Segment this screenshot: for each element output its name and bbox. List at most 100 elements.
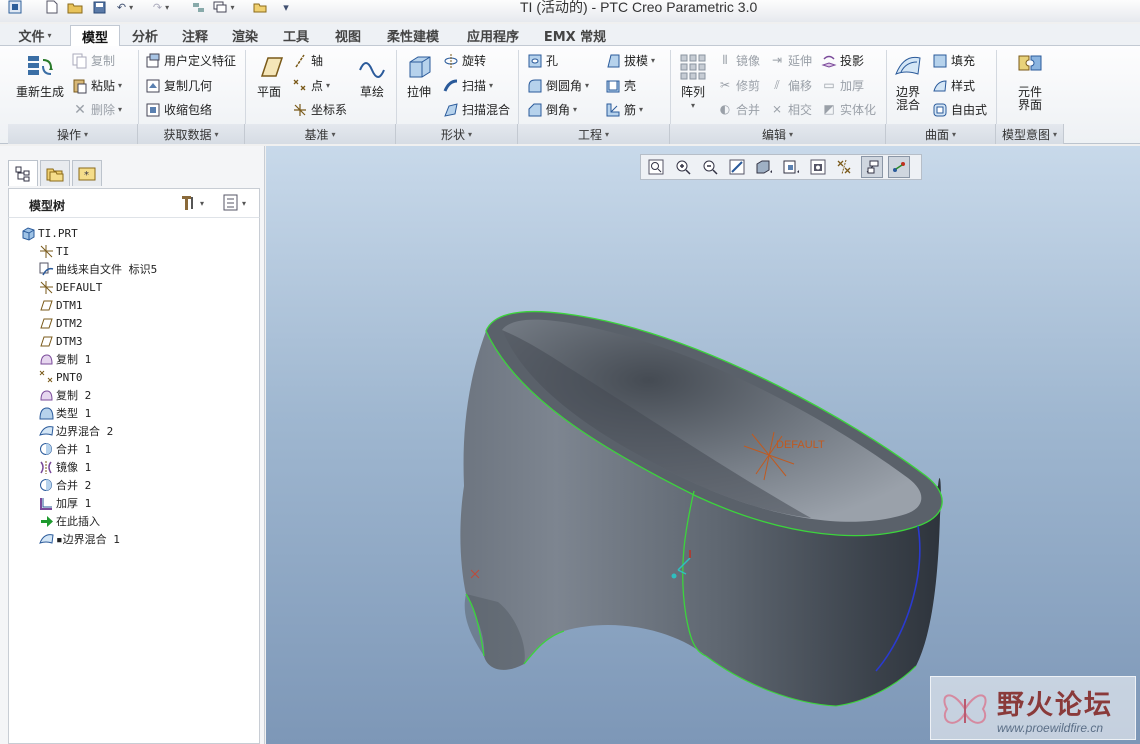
tab-model[interactable]: 模型 xyxy=(70,25,120,47)
component-interface-button[interactable]: 元件 界面 xyxy=(1008,52,1052,112)
regenerate-button[interactable]: 重新生成 xyxy=(12,52,68,99)
tree-node-boundary-blend-2[interactable]: 边界混合 2 xyxy=(39,422,113,440)
swept-blend-button[interactable]: 扫描混合 xyxy=(443,101,510,118)
udf-button[interactable]: 用户定义特征 xyxy=(145,52,236,69)
title-bar: ↶ ▾ ↷ ▾ ▾ ▾ TI (活动的) - PTC Creo Parametric… xyxy=(0,0,1140,22)
group-engineering[interactable]: 工程 ▾ xyxy=(518,124,670,144)
revolve-button[interactable]: 旋转 xyxy=(443,52,486,69)
paste-button[interactable]: 粘贴 ▾ xyxy=(72,77,122,94)
copy-surface-icon xyxy=(40,353,53,364)
tree-node-boundary-blend-1[interactable]: ▪边界混合 1 xyxy=(39,530,120,548)
mirror-button[interactable]: ⫴ 镜像 xyxy=(717,52,760,69)
tree-settings-button[interactable]: ▾ xyxy=(179,194,204,212)
model-tree-tab[interactable] xyxy=(8,160,38,186)
curve-icon xyxy=(39,262,54,275)
plane-button[interactable]: 平面 xyxy=(250,52,288,99)
tree-node-dtm3[interactable]: DTM3 xyxy=(39,332,83,350)
sweep-button[interactable]: 扫描 ▾ xyxy=(443,77,493,94)
separator xyxy=(996,50,997,124)
project-button[interactable]: 投影 xyxy=(821,52,864,69)
group-datum[interactable]: 基准 ▾ xyxy=(245,124,396,144)
tree-node-thicken-1[interactable]: 加厚 1 xyxy=(39,494,91,512)
pattern-button[interactable]: 阵列 ▾ xyxy=(674,52,712,112)
copy-icon xyxy=(72,53,87,68)
thicken-button[interactable]: ▭ 加厚 xyxy=(821,77,864,94)
tree-node-dtm1[interactable]: DTM1 xyxy=(39,296,83,314)
shell-button[interactable]: 壳 xyxy=(605,77,636,94)
tree-node-copy-2[interactable]: 复制 2 xyxy=(39,386,91,404)
rib-button[interactable]: 筋 ▾ xyxy=(605,101,643,118)
copy-button[interactable]: 复制 xyxy=(72,52,115,69)
tab-flexible-modeling[interactable]: 柔性建模 xyxy=(376,25,450,46)
tree-node-curve-from-file[interactable]: 曲线来自文件 标识5 xyxy=(39,260,157,278)
tree-node-style-1[interactable]: 类型 1 xyxy=(39,404,91,422)
freestyle-button[interactable]: 自由式 xyxy=(932,101,987,118)
boundary-blend-icon xyxy=(39,425,54,436)
tab-analysis[interactable]: 分析 xyxy=(122,25,168,46)
part-icon xyxy=(22,226,35,241)
copy-surface-icon xyxy=(40,389,53,400)
tree-node-merge-2[interactable]: 合并 2 xyxy=(39,476,91,494)
tab-tools[interactable]: 工具 xyxy=(273,25,319,46)
tree-node-mirror-1[interactable]: 镜像 1 xyxy=(39,458,91,476)
tree-node-csys-default[interactable]: DEFAULT xyxy=(39,278,102,296)
offset-button[interactable]: ⫽ 偏移 xyxy=(769,77,812,94)
group-get-data[interactable]: 获取数据 ▾ xyxy=(138,124,245,144)
point-button[interactable]: 点 ▾ xyxy=(292,77,330,94)
tree-node-dtm2[interactable]: DTM2 xyxy=(39,314,83,332)
tree-node-insert-here[interactable]: 在此插入 xyxy=(39,512,100,530)
axis-button[interactable]: 轴 xyxy=(292,52,323,69)
new-file-icon[interactable] xyxy=(44,0,60,14)
undo-icon[interactable]: ↶ ▾ xyxy=(114,0,136,14)
delete-button[interactable]: ✕ 删除 ▾ xyxy=(72,101,122,118)
intersect-button[interactable]: ⨯ 相交 xyxy=(769,101,812,118)
chamfer-button[interactable]: 倒角 ▾ xyxy=(527,101,577,118)
sketch-button[interactable]: 草绘 xyxy=(355,52,389,99)
hole-button[interactable]: 孔 xyxy=(527,52,558,69)
tab-render[interactable]: 渲染 xyxy=(222,25,268,46)
draft-button[interactable]: 拔模 ▾ xyxy=(605,52,655,69)
tree-node-copy-1[interactable]: 复制 1 xyxy=(39,350,91,368)
solidify-button[interactable]: ◩ 实体化 xyxy=(821,101,876,118)
group-editing[interactable]: 编辑 ▾ xyxy=(670,124,886,144)
tab-annotate[interactable]: 注释 xyxy=(172,25,218,46)
folder-browser-tab[interactable] xyxy=(40,160,70,186)
fill-button[interactable]: 填充 xyxy=(932,52,975,69)
tree-columns-button[interactable]: ▾ xyxy=(223,194,246,212)
trim-button[interactable]: ✂ 修剪 xyxy=(717,77,760,94)
extend-button[interactable]: ⇥ 延伸 xyxy=(769,52,812,69)
group-model-intent[interactable]: 模型意图 ▾ xyxy=(996,124,1064,144)
tree-node-pnt0[interactable]: PNT0 xyxy=(39,368,83,386)
model-tree-title: 模型树 xyxy=(29,199,66,213)
tree-node-csys-ti[interactable]: TI xyxy=(39,242,69,260)
group-shapes[interactable]: 形状 ▾ xyxy=(396,124,518,144)
app-icon[interactable] xyxy=(6,0,24,14)
round-button[interactable]: 倒圆角 ▾ xyxy=(527,77,589,94)
tree-node-part[interactable]: TI.PRT xyxy=(21,224,78,242)
copy-geometry-button[interactable]: 复制几何 xyxy=(145,77,212,94)
customize-qa-icon[interactable]: ▾ xyxy=(280,0,292,14)
graphics-viewport[interactable]: DEFAULT 野火论坛 www.proewildfire.cn xyxy=(266,146,1140,744)
tab-applications[interactable]: 应用程序 xyxy=(456,25,530,46)
group-operations[interactable]: 操作 ▾ xyxy=(8,124,138,144)
merge-button[interactable]: ◐ 合并 xyxy=(717,101,760,118)
shrinkwrap-button[interactable]: 收缩包络 xyxy=(145,101,212,118)
tab-emx-general[interactable]: EMX 常规 xyxy=(538,25,612,46)
extrude-button[interactable]: 拉伸 xyxy=(400,52,438,99)
regenerate-small-icon[interactable] xyxy=(190,0,208,14)
tab-file[interactable]: 文件 ▾ xyxy=(10,25,60,46)
favorites-tab[interactable]: * xyxy=(72,160,102,186)
group-surfaces[interactable]: 曲面 ▾ xyxy=(886,124,996,144)
tree-node-merge-1[interactable]: 合并 1 xyxy=(39,440,91,458)
style-button[interactable]: 样式 xyxy=(932,77,975,94)
windows-icon[interactable]: ▾ xyxy=(213,0,235,14)
redo-icon[interactable]: ↷ ▾ xyxy=(150,0,172,14)
tub-model[interactable]: DEFAULT xyxy=(266,146,1140,744)
boundary-blend-button[interactable]: 边界 混合 xyxy=(890,52,926,112)
csys-button[interactable]: 坐标系 xyxy=(292,101,347,118)
butterfly-logo-icon xyxy=(943,694,987,724)
open-folder-icon[interactable] xyxy=(66,0,84,14)
tab-view[interactable]: 视图 xyxy=(325,25,371,46)
close-window-icon[interactable] xyxy=(250,0,270,14)
save-icon[interactable] xyxy=(91,0,107,14)
